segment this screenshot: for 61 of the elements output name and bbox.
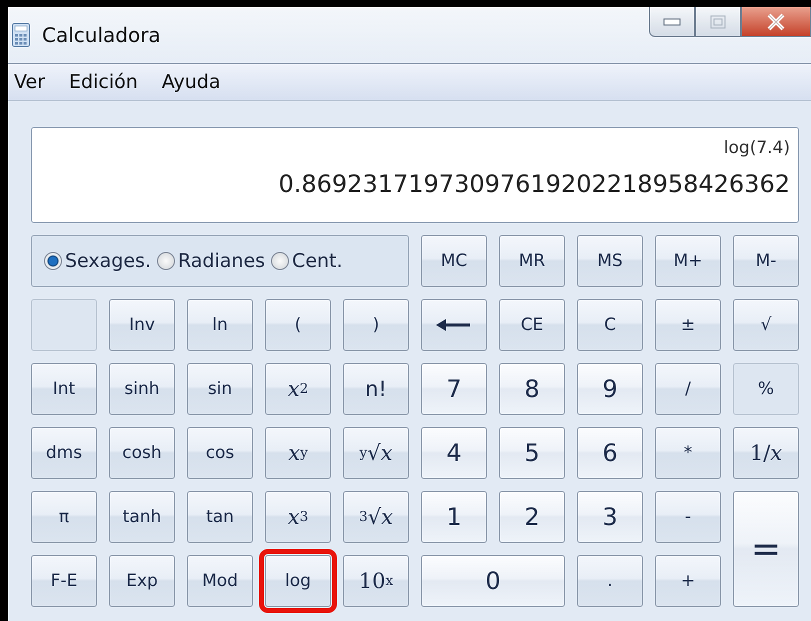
left-arrow-icon xyxy=(436,319,472,331)
calculator-key[interactable]: + xyxy=(655,555,721,607)
digit-key[interactable]: 8 xyxy=(499,363,565,415)
digit-key[interactable]: 2 xyxy=(499,491,565,543)
window-title: Calculadora xyxy=(42,23,162,47)
menu-item[interactable]: Ayuda xyxy=(162,71,220,93)
digit-key[interactable]: 3 xyxy=(577,491,643,543)
menu-item[interactable]: Ver xyxy=(14,71,46,93)
close-icon xyxy=(766,12,786,30)
calculator-key[interactable]: Mod xyxy=(187,555,253,607)
calculator-key[interactable]: Int xyxy=(31,363,97,415)
calculator-key[interactable]: dms xyxy=(31,427,97,479)
calculator-key[interactable]: tan xyxy=(187,491,253,543)
expression-text: log(7.4) xyxy=(724,138,790,158)
radio-button[interactable]: Radianes xyxy=(157,250,266,272)
calculator-key[interactable]: . xyxy=(577,555,643,607)
close-button[interactable] xyxy=(741,7,811,37)
calculator-key[interactable]: ( xyxy=(265,299,331,351)
digit-key[interactable]: 4 xyxy=(421,427,487,479)
digit-key[interactable]: 1 xyxy=(421,491,487,543)
calculator-key[interactable]: CE xyxy=(499,299,565,351)
calculator-key[interactable]: cos xyxy=(187,427,253,479)
calculator-key[interactable]: √ xyxy=(733,299,799,351)
calculator-key[interactable]: ) xyxy=(343,299,409,351)
function-key[interactable]: 1/x xyxy=(733,427,799,479)
digit-key[interactable]: 5 xyxy=(499,427,565,479)
calculator-key[interactable]: ± xyxy=(655,299,721,351)
memory-key[interactable]: MS xyxy=(577,235,643,287)
minimize-button[interactable] xyxy=(649,7,695,37)
radio-button[interactable]: Sexages. xyxy=(44,250,151,272)
calculator-key[interactable]: - xyxy=(655,491,721,543)
calculator-key[interactable]: Exp xyxy=(109,555,175,607)
memory-key[interactable]: MC xyxy=(421,235,487,287)
calculator-key[interactable]: sinh xyxy=(109,363,175,415)
calculator-key[interactable]: cosh xyxy=(109,427,175,479)
calculator-key[interactable]: F-E xyxy=(31,555,97,607)
calculator-key[interactable]: ln xyxy=(187,299,253,351)
calculator-key[interactable]: n! xyxy=(343,363,409,415)
memory-key[interactable]: M- xyxy=(733,235,799,287)
menu-item[interactable]: Edición xyxy=(69,71,138,93)
memory-key[interactable]: MR xyxy=(499,235,565,287)
calculator-key[interactable]: Inv xyxy=(109,299,175,351)
calculator-key[interactable]: / xyxy=(655,363,721,415)
digit-key[interactable]: 7 xyxy=(421,363,487,415)
minimize-icon xyxy=(663,18,681,26)
digit-key[interactable]: 9 xyxy=(577,363,643,415)
equals-key[interactable]: = xyxy=(733,491,799,607)
radio-button[interactable]: Cent. xyxy=(271,250,343,272)
calculator-key[interactable]: C xyxy=(577,299,643,351)
maximize-button[interactable] xyxy=(695,7,741,37)
calculator-icon xyxy=(12,23,30,47)
result-value: 0.86923171973097619202218958426362 xyxy=(278,170,790,198)
memory-key[interactable]: M+ xyxy=(655,235,721,287)
calculator-key[interactable]: π xyxy=(31,491,97,543)
maximize-icon xyxy=(710,14,726,28)
calculator-key[interactable]: tanh xyxy=(109,491,175,543)
calculator-key[interactable]: * xyxy=(655,427,721,479)
calculator-key[interactable]: sin xyxy=(187,363,253,415)
backspace-key[interactable] xyxy=(421,299,487,351)
digit-key[interactable]: 6 xyxy=(577,427,643,479)
digit-key[interactable]: 0 xyxy=(421,555,565,607)
